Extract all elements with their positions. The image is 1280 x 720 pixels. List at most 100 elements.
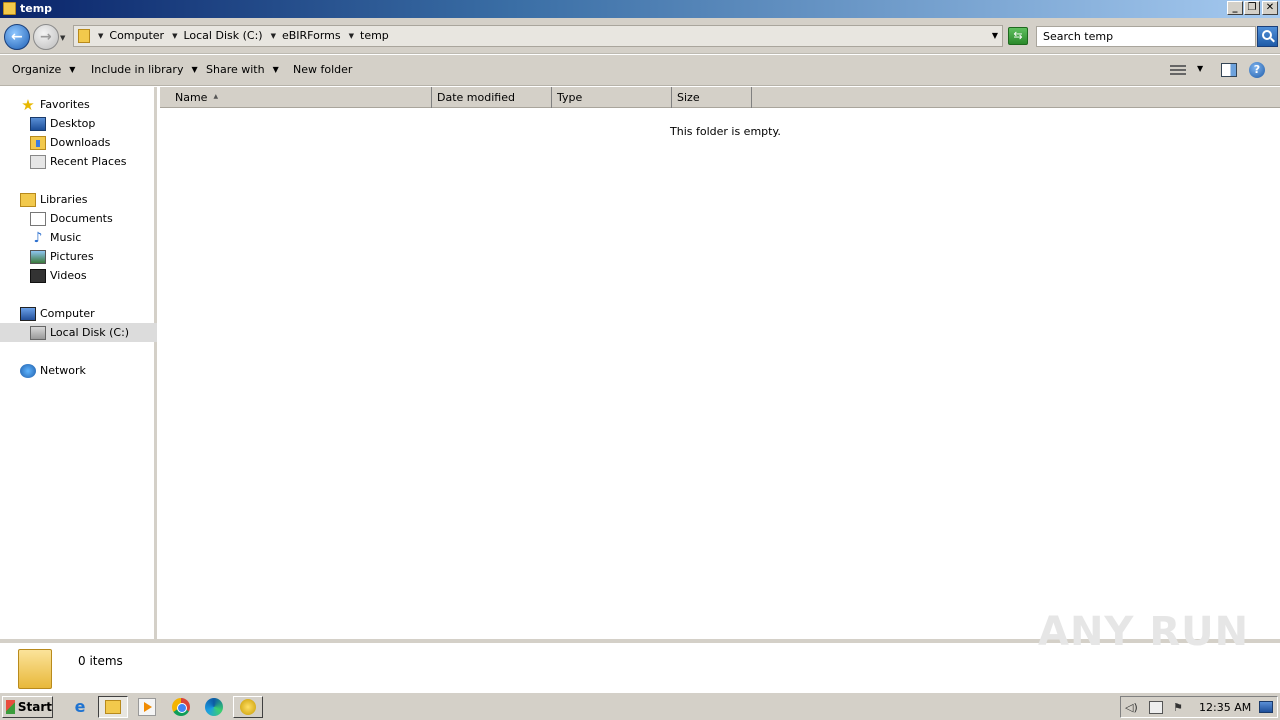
music-icon: ♪	[33, 229, 43, 246]
computer-icon	[20, 306, 36, 321]
organize-button[interactable]: Organize ▼	[12, 63, 75, 76]
nav-label: Desktop	[50, 117, 96, 130]
title-bar[interactable]: temp _ ❐ ✕	[0, 0, 1280, 18]
organize-label: Organize	[12, 63, 62, 76]
nav-item-music[interactable]: ♪ Music	[0, 228, 157, 247]
edge-icon[interactable]	[205, 698, 223, 716]
videos-icon	[30, 268, 46, 283]
taskbar-explorer-button[interactable]	[98, 696, 128, 718]
chevron-down-icon: ▼	[69, 65, 76, 74]
empty-folder-message: This folder is empty.	[670, 125, 781, 138]
breadcrumb-chevron-icon[interactable]: ▼	[172, 32, 177, 40]
back-button[interactable]: ←	[4, 24, 30, 50]
taskbar-app-button[interactable]	[233, 696, 263, 718]
media-player-icon[interactable]	[138, 698, 156, 716]
nav-item-videos[interactable]: Videos	[0, 266, 157, 285]
address-box[interactable]: ▼ Computer ▼ Local Disk (C:) ▼ eBIRForms…	[73, 25, 1003, 47]
nav-label: Documents	[50, 212, 113, 225]
preview-pane-icon[interactable]	[1221, 63, 1237, 77]
restore-button[interactable]: ❐	[1244, 1, 1260, 15]
nav-label: Local Disk (C:)	[50, 326, 130, 339]
share-with-label: Share with	[206, 63, 265, 76]
nav-item-network[interactable]: Network	[0, 361, 157, 380]
recent-pages-dropdown[interactable]: ▼	[60, 34, 65, 42]
nav-label: Favorites	[40, 98, 90, 111]
star-icon: ★	[21, 95, 35, 114]
breadcrumb-chevron-icon[interactable]: ▼	[98, 32, 103, 40]
search-input[interactable]: Search temp	[1036, 26, 1256, 47]
sort-ascending-icon: ▲	[213, 93, 219, 100]
column-header-date-modified[interactable]: Date modified	[432, 87, 552, 108]
show-desktop-icon[interactable]	[1259, 701, 1273, 713]
start-button[interactable]: Start	[2, 696, 53, 718]
libraries-icon	[20, 192, 36, 207]
nav-item-libraries[interactable]: Libraries	[0, 190, 157, 209]
window-title: temp	[20, 2, 53, 15]
network-tray-icon[interactable]	[1149, 701, 1163, 714]
breadcrumb-ebirforms[interactable]: eBIRForms	[282, 29, 341, 42]
chevron-down-icon: ▼	[272, 65, 279, 74]
nav-label: Pictures	[50, 250, 94, 263]
help-icon[interactable]: ?	[1249, 62, 1265, 78]
system-tray: ◁) ⚑ 12:35 AM	[1120, 696, 1278, 718]
pictures-icon	[30, 249, 46, 264]
chrome-icon[interactable]	[172, 698, 190, 716]
breadcrumb-temp[interactable]: temp	[360, 29, 389, 42]
view-options-icon[interactable]	[1170, 63, 1186, 77]
include-in-library-button[interactable]: Include in library ▼	[91, 63, 198, 76]
taskbar: Start e ◁) ⚑ 12:35 AM	[0, 692, 1280, 720]
column-label: Size	[677, 91, 700, 104]
nav-label: Music	[50, 231, 82, 244]
nav-item-pictures[interactable]: Pictures	[0, 247, 157, 266]
command-bar: Organize ▼ Include in library ▼ Share with…	[0, 55, 1280, 86]
breadcrumb-chevron-icon[interactable]: ▼	[271, 32, 276, 40]
ie-icon[interactable]: e	[71, 698, 89, 716]
desktop-icon	[30, 116, 46, 131]
action-center-icon[interactable]: ⚑	[1173, 701, 1187, 714]
nav-item-downloads[interactable]: Downloads	[0, 133, 157, 152]
file-list[interactable]: This folder is empty.	[160, 109, 1280, 639]
share-with-button[interactable]: Share with ▼	[206, 63, 279, 76]
folder-icon	[3, 2, 16, 15]
nav-item-favorites[interactable]: ★ Favorites	[0, 95, 157, 114]
folder-icon	[18, 649, 52, 689]
view-dropdown-icon[interactable]: ▼	[1197, 64, 1203, 73]
refresh-icon[interactable]: ⇆	[1008, 27, 1028, 45]
search-placeholder: Search temp	[1043, 30, 1114, 43]
nav-item-documents[interactable]: Documents	[0, 209, 157, 228]
folder-icon	[105, 700, 121, 714]
new-folder-label: New folder	[293, 63, 353, 76]
nav-item-recent-places[interactable]: Recent Places	[0, 152, 157, 171]
column-header-size[interactable]: Size	[672, 87, 752, 108]
breadcrumb-local-disk[interactable]: Local Disk (C:)	[183, 29, 262, 42]
breadcrumb: ▼ Computer ▼ Local Disk (C:) ▼ eBIRForms…	[96, 29, 389, 42]
include-in-library-label: Include in library	[91, 63, 184, 76]
volume-icon[interactable]: ◁)	[1125, 701, 1139, 714]
nav-label: Videos	[50, 269, 87, 282]
column-label: Type	[557, 91, 583, 104]
downloads-icon	[30, 135, 46, 150]
forward-arrow-icon: →	[40, 29, 52, 45]
nav-item-computer[interactable]: Computer	[0, 304, 157, 323]
nav-item-desktop[interactable]: Desktop	[0, 114, 157, 133]
new-folder-button[interactable]: New folder	[293, 63, 352, 76]
windows-logo-icon	[6, 700, 15, 714]
breadcrumb-computer[interactable]: Computer	[109, 29, 164, 42]
column-headers: Name ▲ Date modified Type Size	[160, 87, 1280, 108]
local-disk-icon	[30, 325, 46, 340]
nav-label: Computer	[40, 307, 95, 320]
forward-button[interactable]: →	[33, 24, 59, 50]
search-icon[interactable]	[1257, 26, 1278, 47]
minimize-button[interactable]: _	[1227, 1, 1243, 15]
chevron-down-icon: ▼	[191, 65, 198, 74]
column-label: Name	[175, 91, 208, 104]
address-bar-row: ← → ▼ ▼ Computer ▼ Local Disk (C:) ▼ eBI…	[0, 18, 1280, 54]
start-label: Start	[17, 700, 52, 714]
nav-item-local-disk[interactable]: Local Disk (C:)	[0, 323, 157, 342]
breadcrumb-chevron-icon[interactable]: ▼	[349, 32, 354, 40]
column-header-type[interactable]: Type	[552, 87, 672, 108]
column-header-name[interactable]: Name ▲	[160, 87, 432, 108]
clock[interactable]: 12:35 AM	[1199, 701, 1251, 714]
address-dropdown-icon[interactable]: ▼	[992, 31, 998, 40]
close-button[interactable]: ✕	[1262, 1, 1278, 15]
